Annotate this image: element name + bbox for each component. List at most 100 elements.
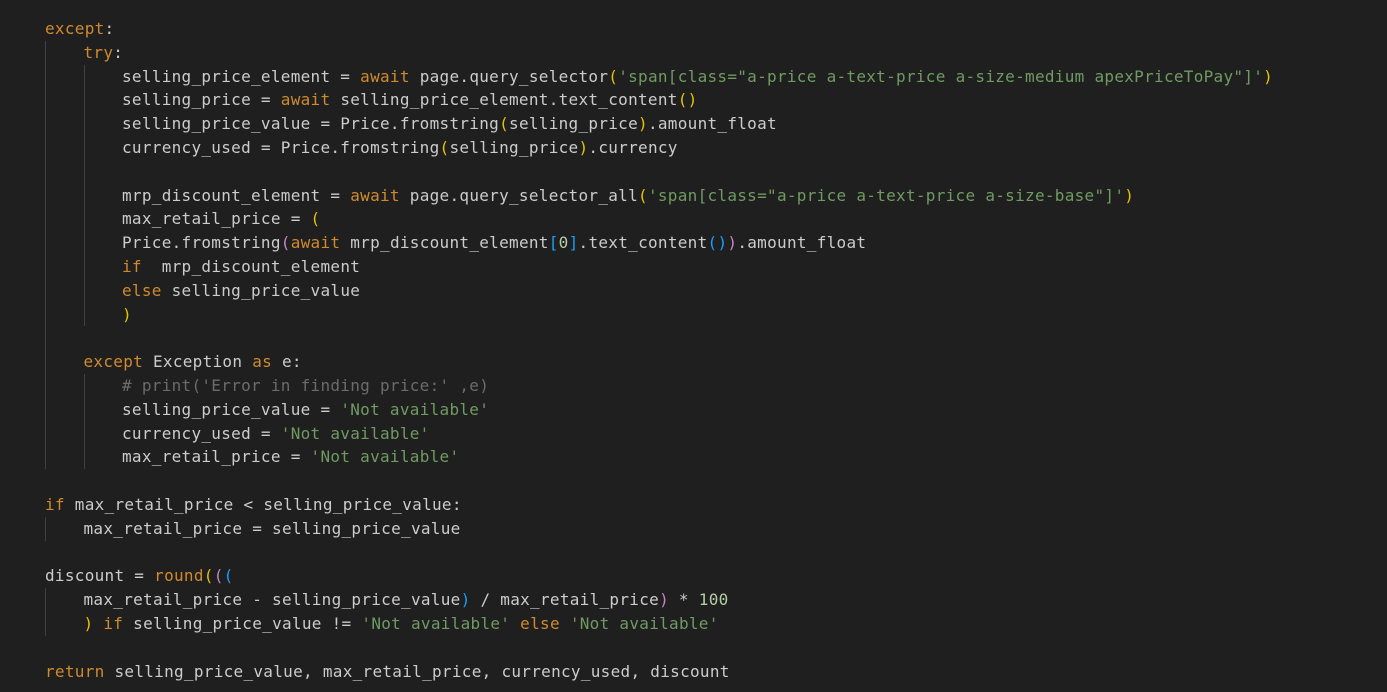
code-text: : <box>113 42 124 62</box>
code-text: selling_price_element = <box>122 66 361 86</box>
keyword: await <box>360 66 410 86</box>
keyword: await <box>290 233 341 253</box>
code-text: currency_used = Price.fromstring <box>122 138 440 157</box>
code-text: max_retail_price = selling_price_value <box>83 518 461 538</box>
bracket: ( <box>223 566 234 586</box>
bracket: ) <box>83 614 94 633</box>
code-text: discount = <box>45 566 155 586</box>
code-text: : <box>104 19 115 38</box>
bracket: ] <box>568 233 579 253</box>
bracket: ( <box>439 138 450 157</box>
bracket: ( <box>310 209 321 229</box>
control-keyword: as <box>252 352 273 372</box>
control-keyword: else <box>520 614 560 633</box>
bracket: ) <box>1124 185 1135 205</box>
code-text: selling_price_value, max_retail_price, c… <box>104 661 730 681</box>
code-text: max_retail_price = <box>122 209 311 229</box>
control-keyword: if <box>122 257 142 276</box>
code-text: selling_price_value <box>161 280 361 300</box>
code-line: currency_used = 'Not available' <box>122 422 430 446</box>
code-line: ) <box>122 303 132 327</box>
code-line: max_retail_price = selling_price_value <box>84 517 461 541</box>
control-keyword: except <box>83 352 144 372</box>
string-literal: 'Not available' <box>340 399 490 419</box>
control-keyword: except <box>45 19 105 38</box>
bracket: () <box>677 90 698 110</box>
code-text: selling_price_value = <box>122 399 341 419</box>
code-line: except: <box>45 17 114 41</box>
code-line: selling_price_value = Price.fromstring(s… <box>122 112 777 136</box>
code-line: # print('Error in finding price:' ,e) <box>122 374 489 398</box>
keyword: round <box>154 566 204 586</box>
bracket: ( <box>280 233 291 253</box>
bracket: ( <box>213 566 224 586</box>
code-line: max_retail_price = ( <box>122 207 320 231</box>
code-text: selling_price <box>449 138 579 157</box>
control-keyword: else <box>122 280 162 300</box>
bracket: ) <box>122 304 132 324</box>
code-line: if mrp_discount_element <box>122 255 360 279</box>
code-line: if max_retail_price < selling_price_valu… <box>45 493 462 517</box>
code-text: .currency <box>588 138 678 157</box>
code-editor[interactable]: except: try: selling_price_element = await… <box>0 0 1387 692</box>
code-line: try: <box>84 41 124 65</box>
code-text: selling_price_value != <box>123 614 362 633</box>
string-literal: 'Not available' <box>310 447 460 467</box>
bracket: ( <box>499 114 510 134</box>
bracket: ( <box>638 185 648 205</box>
code-line: currency_used = Price.fromstring(selling… <box>122 136 678 160</box>
bracket: () <box>707 233 728 253</box>
string-literal: 'span[class="a-price a-text-price a-size… <box>647 185 1125 205</box>
bracket: ) <box>659 590 669 610</box>
string-literal: 'Not available' <box>569 614 719 633</box>
bracket: ) <box>578 138 589 157</box>
number-literal: 0 <box>558 233 569 253</box>
code-line: selling_price_element = await page.query… <box>122 65 1273 89</box>
string-literal: 'span[class="a-price a-text-price a-size… <box>618 66 1264 86</box>
bracket: ( <box>203 566 214 586</box>
number-literal: 100 <box>698 590 729 610</box>
bracket: ) <box>1263 66 1274 86</box>
code-line: discount = round((( <box>45 564 234 588</box>
code-text: currency_used = <box>122 423 281 443</box>
comment: # print('Error in finding price:' ,e) <box>122 376 490 395</box>
bracket: ) <box>638 114 648 134</box>
code-line: mrp_discount_element = await page.query_… <box>122 184 1134 208</box>
code-text: selling_price_element.text_content <box>330 90 678 110</box>
code-text: / max_retail_price <box>470 590 660 610</box>
control-keyword: if <box>45 495 65 514</box>
code-line: except Exception as e: <box>84 350 302 374</box>
keyword: await <box>350 185 400 205</box>
code-line: selling_price_value = 'Not available' <box>122 398 489 422</box>
indent-guide <box>83 64 85 327</box>
code-text: e: <box>272 352 302 372</box>
code-text: page.query_selector <box>409 66 609 86</box>
bracket: [ <box>548 233 559 253</box>
code-line: ) if selling_price_value != 'Not availab… <box>84 612 719 636</box>
code-text: selling_price_value = Price.fromstring <box>122 114 500 134</box>
code-text: * <box>669 590 699 610</box>
code-text: selling_price <box>509 114 639 134</box>
code-line: max_retail_price = 'Not available' <box>122 445 459 469</box>
code-text: mrp_discount_element <box>141 257 361 276</box>
code-text: max_retail_price = <box>122 447 311 467</box>
code-line: max_retail_price - selling_price_value) … <box>84 588 729 612</box>
code-line: else selling_price_value <box>122 279 360 303</box>
code-text: max_retail_price - selling_price_value <box>83 590 461 610</box>
indent-guide <box>45 588 46 636</box>
code-line: selling_price = await selling_price_elem… <box>122 88 698 112</box>
code-text: selling_price = <box>122 90 281 110</box>
bracket: ) <box>460 590 471 610</box>
indent-guide <box>45 516 46 541</box>
code-line: return selling_price_value, max_retail_p… <box>45 660 730 684</box>
code-text: max_retail_price < selling_price_value: <box>64 495 462 514</box>
keyword: await <box>280 90 331 110</box>
string-literal: 'Not available' <box>361 614 511 633</box>
code-text: mrp_discount_element <box>340 233 549 253</box>
indent-guide <box>83 374 85 470</box>
code-text: mrp_discount_element = <box>122 185 351 205</box>
bracket: ) <box>727 233 738 253</box>
